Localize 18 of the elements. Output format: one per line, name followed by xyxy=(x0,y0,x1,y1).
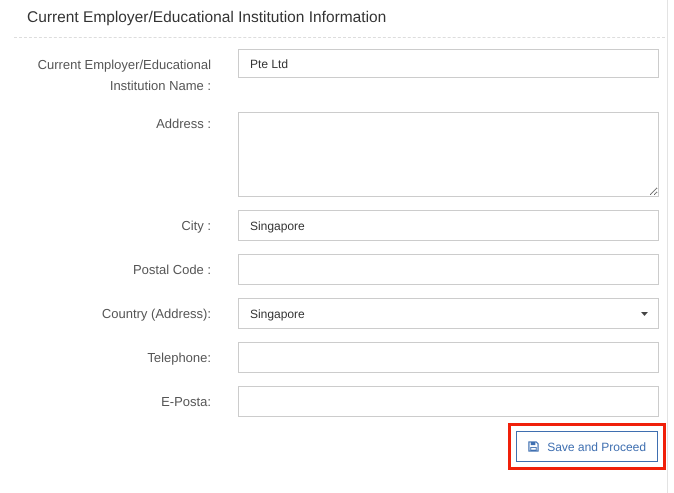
address-field[interactable] xyxy=(238,112,659,197)
text-field[interactable]: Singapore xyxy=(238,210,659,241)
section-title: Current Employer/Educational Institution Information xyxy=(14,0,665,38)
save-button[interactable]: Save and Proceed xyxy=(516,431,658,462)
field-label: Telephone: xyxy=(146,349,211,367)
save-icon xyxy=(528,441,540,452)
field-label: Country (Address): xyxy=(100,305,211,323)
field-label: Current Employer/Educational Institution Name : xyxy=(36,56,211,95)
text-field[interactable] xyxy=(238,342,659,373)
country-dropdown[interactable]: Singapore xyxy=(238,298,659,329)
field-label: Address : xyxy=(155,115,211,133)
field-label: Postal Code : xyxy=(132,261,211,279)
text-field[interactable] xyxy=(238,386,659,417)
field-label: City : xyxy=(180,217,211,235)
text-field[interactable]: Pte Ltd xyxy=(238,49,659,78)
field-label: E-Posta: xyxy=(160,393,211,411)
caret-icon xyxy=(641,312,648,316)
text-field[interactable] xyxy=(238,254,659,285)
